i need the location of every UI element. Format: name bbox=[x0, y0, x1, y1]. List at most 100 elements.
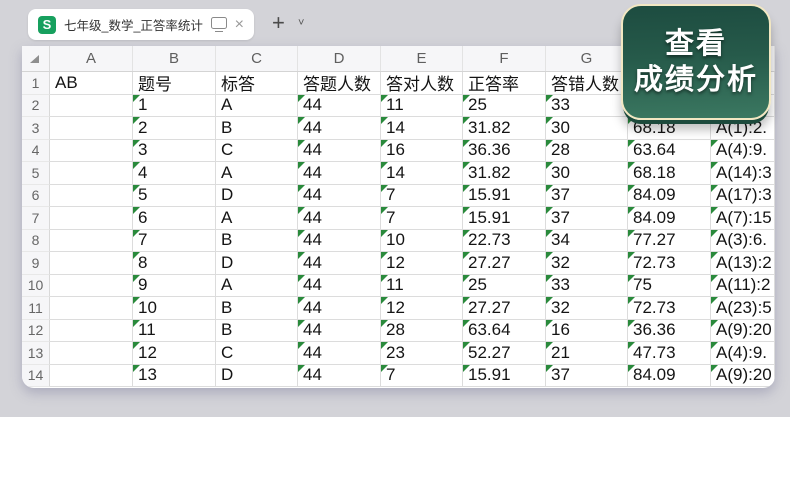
cell-A6[interactable] bbox=[50, 185, 133, 208]
cell-G5[interactable]: 30 bbox=[546, 162, 628, 185]
cell-A14[interactable] bbox=[50, 365, 133, 388]
cell-E10[interactable]: 11 bbox=[381, 275, 463, 298]
cell-A12[interactable] bbox=[50, 320, 133, 343]
cell-D10[interactable]: 44 bbox=[298, 275, 381, 298]
cell-E1[interactable]: 答对人数 bbox=[381, 72, 463, 95]
cell-F1[interactable]: 正答率 bbox=[463, 72, 546, 95]
column-letter-C[interactable]: C bbox=[216, 46, 298, 71]
cell-I7[interactable]: A(7):15 bbox=[711, 207, 775, 230]
column-letter-F[interactable]: F bbox=[463, 46, 546, 71]
cell-I6[interactable]: A(17):3 bbox=[711, 185, 775, 208]
cell-F14[interactable]: 15.91 bbox=[463, 365, 546, 388]
cell-E11[interactable]: 12 bbox=[381, 297, 463, 320]
document-tab[interactable]: S 七年级_数学_正答率统计.xls × bbox=[28, 9, 254, 40]
cell-H13[interactable]: 47.73 bbox=[628, 342, 711, 365]
cell-I4[interactable]: A(4):9. bbox=[711, 140, 775, 163]
cell-F9[interactable]: 27.27 bbox=[463, 252, 546, 275]
cell-A3[interactable] bbox=[50, 117, 133, 140]
cell-D12[interactable]: 44 bbox=[298, 320, 381, 343]
cell-G10[interactable]: 33 bbox=[546, 275, 628, 298]
row-number-8[interactable]: 8 bbox=[22, 230, 50, 253]
cell-E4[interactable]: 16 bbox=[381, 140, 463, 163]
cell-H11[interactable]: 72.73 bbox=[628, 297, 711, 320]
cell-D3[interactable]: 44 bbox=[298, 117, 381, 140]
cell-B9[interactable]: 8 bbox=[133, 252, 216, 275]
cell-H6[interactable]: 84.09 bbox=[628, 185, 711, 208]
monitor-icon[interactable] bbox=[211, 17, 227, 29]
cell-I3[interactable]: A(1):2. bbox=[711, 117, 775, 140]
cell-C13[interactable]: C bbox=[216, 342, 298, 365]
cell-F10[interactable]: 25 bbox=[463, 275, 546, 298]
cell-I14[interactable]: A(9):20 bbox=[711, 365, 775, 388]
column-letter-D[interactable]: D bbox=[298, 46, 381, 71]
cell-E14[interactable]: 7 bbox=[381, 365, 463, 388]
cell-C8[interactable]: B bbox=[216, 230, 298, 253]
cell-B7[interactable]: 6 bbox=[133, 207, 216, 230]
cell-I11[interactable]: A(23):5 bbox=[711, 297, 775, 320]
cell-D14[interactable]: 44 bbox=[298, 365, 381, 388]
cell-C10[interactable]: A bbox=[216, 275, 298, 298]
cell-G2[interactable]: 33 bbox=[546, 95, 628, 118]
cell-B5[interactable]: 4 bbox=[133, 162, 216, 185]
cell-G4[interactable]: 28 bbox=[546, 140, 628, 163]
cell-E5[interactable]: 14 bbox=[381, 162, 463, 185]
cell-A7[interactable] bbox=[50, 207, 133, 230]
cell-D1[interactable]: 答题人数 bbox=[298, 72, 381, 95]
cell-H14[interactable]: 84.09 bbox=[628, 365, 711, 388]
cell-C12[interactable]: B bbox=[216, 320, 298, 343]
column-letter-B[interactable]: B bbox=[133, 46, 216, 71]
cell-G14[interactable]: 37 bbox=[546, 365, 628, 388]
cell-B12[interactable]: 11 bbox=[133, 320, 216, 343]
row-number-1[interactable]: 1 bbox=[22, 72, 50, 95]
cell-F8[interactable]: 22.73 bbox=[463, 230, 546, 253]
row-number-7[interactable]: 7 bbox=[22, 207, 50, 230]
cell-G12[interactable]: 16 bbox=[546, 320, 628, 343]
cell-C5[interactable]: A bbox=[216, 162, 298, 185]
cell-F7[interactable]: 15.91 bbox=[463, 207, 546, 230]
row-number-3[interactable]: 3 bbox=[22, 117, 50, 140]
row-number-10[interactable]: 10 bbox=[22, 275, 50, 298]
cell-H3[interactable]: 68.18 bbox=[628, 117, 711, 140]
cell-E13[interactable]: 23 bbox=[381, 342, 463, 365]
select-all-corner[interactable] bbox=[22, 46, 50, 71]
cell-C2[interactable]: A bbox=[216, 95, 298, 118]
row-number-4[interactable]: 4 bbox=[22, 140, 50, 163]
cell-B1[interactable]: 题号 bbox=[133, 72, 216, 95]
cell-G3[interactable]: 30 bbox=[546, 117, 628, 140]
column-letter-G[interactable]: G bbox=[546, 46, 628, 71]
cell-B8[interactable]: 7 bbox=[133, 230, 216, 253]
cell-D2[interactable]: 44 bbox=[298, 95, 381, 118]
view-score-analysis-badge[interactable]: 查看 成绩分析 bbox=[621, 4, 771, 120]
cell-I13[interactable]: A(4):9. bbox=[711, 342, 775, 365]
cell-H5[interactable]: 68.18 bbox=[628, 162, 711, 185]
cell-A10[interactable] bbox=[50, 275, 133, 298]
close-tab-icon[interactable]: × bbox=[235, 17, 244, 33]
cell-E12[interactable]: 28 bbox=[381, 320, 463, 343]
cell-C4[interactable]: C bbox=[216, 140, 298, 163]
cell-D8[interactable]: 44 bbox=[298, 230, 381, 253]
cell-C7[interactable]: A bbox=[216, 207, 298, 230]
cell-F2[interactable]: 25 bbox=[463, 95, 546, 118]
cell-A5[interactable] bbox=[50, 162, 133, 185]
cell-C6[interactable]: D bbox=[216, 185, 298, 208]
cell-D7[interactable]: 44 bbox=[298, 207, 381, 230]
row-number-5[interactable]: 5 bbox=[22, 162, 50, 185]
cell-E9[interactable]: 12 bbox=[381, 252, 463, 275]
cell-C3[interactable]: B bbox=[216, 117, 298, 140]
cell-C11[interactable]: B bbox=[216, 297, 298, 320]
row-number-13[interactable]: 13 bbox=[22, 342, 50, 365]
cell-I10[interactable]: A(11):2 bbox=[711, 275, 775, 298]
cell-D11[interactable]: 44 bbox=[298, 297, 381, 320]
cell-B10[interactable]: 9 bbox=[133, 275, 216, 298]
cell-G6[interactable]: 37 bbox=[546, 185, 628, 208]
cell-G8[interactable]: 34 bbox=[546, 230, 628, 253]
cell-A4[interactable] bbox=[50, 140, 133, 163]
cell-D9[interactable]: 44 bbox=[298, 252, 381, 275]
cell-H9[interactable]: 72.73 bbox=[628, 252, 711, 275]
cell-H10[interactable]: 75 bbox=[628, 275, 711, 298]
cell-A11[interactable] bbox=[50, 297, 133, 320]
cell-I8[interactable]: A(3):6. bbox=[711, 230, 775, 253]
cell-F13[interactable]: 52.27 bbox=[463, 342, 546, 365]
cell-B4[interactable]: 3 bbox=[133, 140, 216, 163]
cell-H12[interactable]: 36.36 bbox=[628, 320, 711, 343]
